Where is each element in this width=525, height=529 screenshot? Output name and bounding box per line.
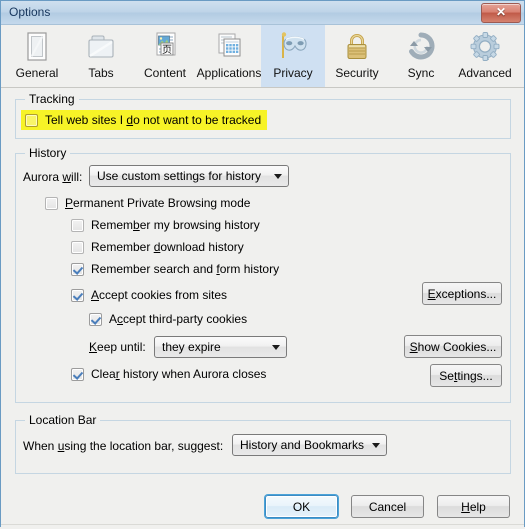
tab-security-label: Security — [335, 66, 379, 80]
history-mode-dropdown[interactable]: Use custom settings for history — [89, 165, 289, 187]
remember-form-history-row[interactable]: Remember search and form history — [71, 262, 279, 276]
accept-third-party-cookies-row[interactable]: Accept third-party cookies — [89, 312, 247, 326]
tab-privacy[interactable]: Privacy — [261, 25, 325, 87]
tab-applications-label: Applications — [196, 66, 262, 80]
accept-cookies-row[interactable]: Accept cookies from sites — [71, 288, 227, 302]
location-bar-suggest-dropdown[interactable]: History and Bookmarks — [232, 434, 387, 456]
clear-history-on-close-row[interactable]: Clear history when Aurora closes — [71, 367, 266, 381]
window-titlebar: Options ✕ — [1, 1, 524, 25]
privacy-panel: Tracking Tell web sites I do not want to… — [1, 88, 524, 529]
tab-applications[interactable]: Applications — [197, 25, 261, 87]
tab-general[interactable]: General — [5, 25, 69, 87]
history-group-title: History — [25, 146, 71, 160]
do-not-track-checkbox[interactable] — [25, 113, 38, 127]
tab-tabs[interactable]: Tabs — [69, 25, 133, 87]
gear-icon — [468, 31, 502, 64]
accept-third-party-cookies-label: Accept third-party cookies — [109, 312, 248, 326]
do-not-track-label: Tell web sites I do not want to be track… — [45, 113, 262, 127]
settings-button-label: Settings... — [439, 368, 493, 383]
tab-sync-label: Sync — [407, 66, 435, 80]
chevron-down-icon — [266, 344, 286, 350]
tracking-group-title: Tracking — [25, 92, 79, 106]
location-bar-group-title: Location Bar — [25, 413, 101, 427]
window-title: Options — [9, 5, 51, 19]
accept-cookies-label: Accept cookies from sites — [91, 288, 228, 302]
remember-download-history-checkbox[interactable] — [71, 240, 84, 254]
help-button[interactable]: Help — [437, 495, 510, 518]
remember-download-history-label: Remember download history — [91, 240, 244, 254]
tab-security[interactable]: Security — [325, 25, 389, 87]
close-icon: ✕ — [495, 5, 507, 19]
permanent-private-browsing-label: Permanent Private Browsing mode — [65, 196, 251, 210]
remember-browsing-history-row[interactable]: Remember my browsing history — [71, 218, 260, 232]
remember-download-history-row[interactable]: Remember download history — [71, 240, 244, 254]
remember-form-history-label: Remember search and form history — [91, 262, 280, 276]
remember-browsing-history-checkbox[interactable] — [71, 218, 84, 232]
chevron-down-icon — [268, 173, 288, 179]
chevron-down-icon — [366, 442, 386, 448]
accept-third-party-cookies-checkbox[interactable] — [89, 312, 102, 326]
permanent-private-browsing-checkbox[interactable] — [45, 196, 58, 210]
tab-content[interactable]: 页 Content — [133, 25, 197, 87]
remember-browsing-history-label: Remember my browsing history — [91, 218, 260, 232]
exceptions-button[interactable]: Exceptions... — [422, 282, 502, 305]
close-button[interactable]: ✕ — [481, 3, 521, 23]
keep-until-value: they expire — [162, 340, 221, 354]
exceptions-button-label: Exceptions... — [427, 286, 497, 301]
keep-until-dropdown[interactable]: they expire — [154, 336, 287, 358]
tab-strip: General Tabs 页 Content Applications Priv… — [1, 25, 524, 88]
tab-sync[interactable]: Sync — [389, 25, 453, 87]
tab-content-label: Content — [143, 66, 187, 80]
svg-text:页: 页 — [162, 44, 172, 56]
help-button-label: Help — [461, 499, 486, 514]
device-icon — [20, 31, 54, 64]
accept-cookies-checkbox[interactable] — [71, 288, 84, 302]
aurora-will-label: Aurora will: — [23, 170, 83, 184]
permanent-private-browsing-row[interactable]: Permanent Private Browsing mode — [45, 196, 250, 210]
show-cookies-button-label: Show Cookies... — [409, 339, 497, 354]
tab-advanced[interactable]: Advanced — [453, 25, 517, 87]
do-not-track-checkbox-row[interactable]: Tell web sites I do not want to be track… — [21, 110, 268, 130]
clear-history-on-close-checkbox[interactable] — [71, 367, 84, 381]
clear-history-on-close-label: Clear history when Aurora closes — [91, 367, 267, 381]
tab-privacy-label: Privacy — [273, 66, 313, 80]
keep-until-label: Keep until: — [89, 340, 146, 354]
content-page-icon: 页 — [148, 31, 182, 64]
remember-form-history-checkbox[interactable] — [71, 262, 84, 276]
mask-icon — [276, 31, 310, 64]
options-window: Options ✕ General Tabs 页 Content Applica… — [0, 0, 525, 529]
cancel-button-label: Cancel — [368, 499, 407, 514]
tab-general-label: General — [15, 66, 59, 80]
ok-button[interactable]: OK — [265, 495, 338, 518]
settings-button[interactable]: Settings... — [430, 364, 502, 387]
folder-tabs-icon — [84, 31, 118, 64]
sync-arrows-icon — [404, 31, 438, 64]
ok-button-label: OK — [292, 499, 311, 514]
tab-tabs-label: Tabs — [88, 66, 114, 80]
history-mode-value: Use custom settings for history — [97, 169, 262, 183]
padlock-icon — [340, 31, 374, 64]
tab-advanced-label: Advanced — [458, 66, 512, 80]
location-bar-suggest-value: History and Bookmarks — [240, 438, 365, 452]
cancel-button[interactable]: Cancel — [351, 495, 424, 518]
show-cookies-button[interactable]: Show Cookies... — [404, 335, 502, 358]
applications-icon — [212, 31, 246, 64]
location-bar-suggest-label: When using the location bar, suggest: — [23, 439, 224, 453]
